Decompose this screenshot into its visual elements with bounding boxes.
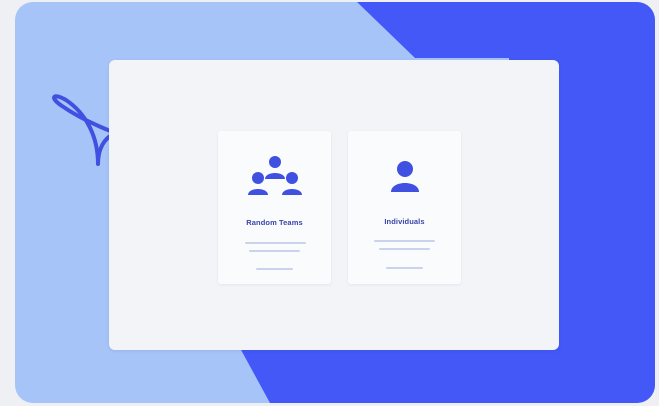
placeholder-line <box>379 248 430 250</box>
option-card-random-teams[interactable]: Random Teams <box>218 131 331 284</box>
option-label-random-teams: Random Teams <box>246 218 303 227</box>
placeholder-line <box>386 267 423 269</box>
placeholder-line <box>249 250 300 252</box>
selection-panel: Random Teams Individuals <box>109 60 559 350</box>
team-group-icon <box>218 154 331 200</box>
option-card-individuals[interactable]: Individuals <box>348 131 461 284</box>
placeholder-line <box>245 242 306 244</box>
illustration-frame: Random Teams Individuals <box>15 2 655 403</box>
option-label-individuals: Individuals <box>384 217 425 226</box>
placeholder-line <box>256 268 293 270</box>
placeholder-line <box>374 240 435 242</box>
single-person-icon <box>348 161 461 193</box>
